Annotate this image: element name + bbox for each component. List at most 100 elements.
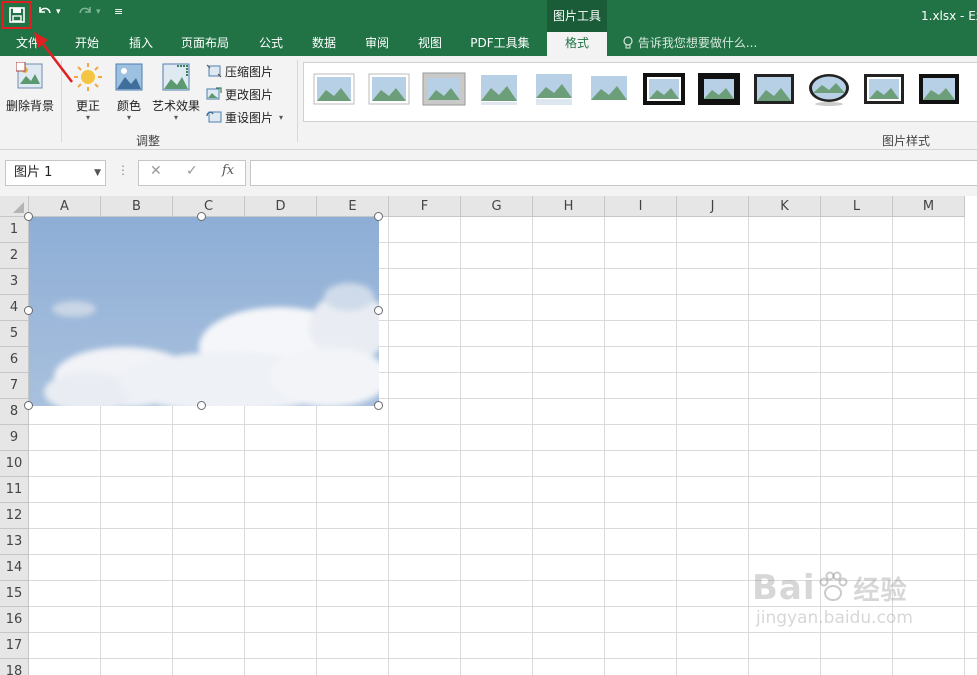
resize-handle-top-left[interactable] [24,212,33,221]
undo-button[interactable] [37,4,53,22]
style-thumb-11[interactable] [862,71,906,107]
tell-me-box[interactable]: 告诉我您想要做什么... [622,32,757,56]
picture-styles-group-label: 图片样式 [882,134,931,148]
column-header-d[interactable]: D [245,196,317,217]
style-thumb-4[interactable] [477,71,521,107]
color-button[interactable]: 颜色 ▾ [110,62,148,122]
row-header-1[interactable]: 1 [0,217,29,243]
reset-picture-button[interactable]: 重设图片 ▾ [206,107,283,127]
resize-handle-top-right[interactable] [374,212,383,221]
redo-icon [79,7,91,14]
tab-insert[interactable]: 插入 [117,32,165,56]
resize-handle-left[interactable] [24,306,33,315]
name-box[interactable]: 图片 1 ▼ [5,160,106,186]
style-thumb-5[interactable] [532,71,576,107]
color-label: 颜色 [116,99,141,113]
row-header-6[interactable]: 6 [0,347,29,373]
chevron-down-icon[interactable]: ▾ [279,113,283,122]
row-header-14[interactable]: 14 [0,555,29,581]
sky-clouds-image [29,217,389,412]
row-gridline [29,476,977,477]
row-header-12[interactable]: 12 [0,503,29,529]
artistic-effects-button[interactable]: 艺术效果 ▾ [150,62,202,122]
column-header-m[interactable]: M [893,196,965,217]
resize-handle-bottom-right[interactable] [374,401,383,410]
style-thumb-6[interactable] [587,71,631,107]
row-gridline [29,606,977,607]
column-header-g[interactable]: G [461,196,533,217]
style-thumb-8[interactable] [697,71,741,107]
row-header-2[interactable]: 2 [0,243,29,269]
column-header-l[interactable]: L [821,196,893,217]
row-gridline [29,528,977,529]
undo-dropdown-icon[interactable]: ▾ [56,7,61,17]
row-header-5[interactable]: 5 [0,321,29,347]
redo-dropdown-icon[interactable]: ▾ [96,7,101,17]
resize-handle-bottom-left[interactable] [24,401,33,410]
row-header-9[interactable]: 9 [0,425,29,451]
row-gridline [29,554,977,555]
inserted-picture[interactable] [24,212,389,412]
row-header-18[interactable]: 18 [0,659,29,675]
customize-qat-icon[interactable]: ≡ [114,5,123,18]
undo-icon [39,7,51,14]
column-header-c[interactable]: C [173,196,245,217]
resize-handle-top[interactable] [197,212,206,221]
column-header-j[interactable]: J [677,196,749,217]
corrections-button[interactable]: 更正 ▾ [68,62,108,122]
row-gridline [29,658,977,659]
remove-background-icon [15,61,43,89]
tab-file[interactable]: 文件 [0,32,56,56]
tab-format[interactable]: 格式 [547,32,607,56]
picture-color-icon [115,63,143,91]
tab-review[interactable]: 审阅 [353,32,401,56]
reset-picture-icon [206,111,222,123]
redo-button[interactable] [77,4,93,22]
compress-icon [206,64,222,78]
worksheet-grid[interactable]: ABCDEFGHIJKLM 1 2 3 4 5 6 7 8 9 10 11 12 13 14 15 16 17 1… [0,196,977,675]
ribbon-separator [61,60,62,142]
style-thumb-2[interactable] [367,71,411,107]
column-header-k[interactable]: K [749,196,821,217]
remove-background-button[interactable]: 删除背景 [4,61,56,114]
insert-function-icon[interactable]: fx [222,163,234,178]
tab-data[interactable]: 数据 [300,32,348,56]
row-header-7[interactable]: 7 [0,373,29,399]
style-thumb-1[interactable] [312,71,356,107]
formula-input[interactable] [250,160,977,186]
row-header-15[interactable]: 15 [0,581,29,607]
tab-pdf-tools[interactable]: PDF工具集 [462,32,538,56]
column-header-b[interactable]: B [101,196,173,217]
resize-handle-right[interactable] [374,306,383,315]
tab-home[interactable]: 开始 [62,32,112,56]
formula-buttons: ✕ ✓ fx [138,160,246,186]
resize-handle-bottom[interactable] [197,401,206,410]
row-header-13[interactable]: 13 [0,529,29,555]
column-header-i[interactable]: I [605,196,677,217]
save-button[interactable] [2,1,31,29]
row-header-10[interactable]: 10 [0,451,29,477]
compress-pictures-button[interactable]: 压缩图片 [206,61,273,81]
row-gridline [29,632,977,633]
enter-icon[interactable]: ✓ [186,163,198,179]
chevron-down-icon[interactable]: ▼ [94,161,101,185]
column-header-f[interactable]: F [389,196,461,217]
change-picture-button[interactable]: 更改图片 [206,84,273,104]
tab-page-layout[interactable]: 页面布局 [173,32,237,56]
tab-formulas[interactable]: 公式 [247,32,295,56]
row-header-16[interactable]: 16 [0,607,29,633]
style-thumb-9[interactable] [752,71,796,107]
row-header-11[interactable]: 11 [0,477,29,503]
more-options-icon[interactable]: ⋮ [117,163,129,177]
picture-tools-label: 图片工具 [547,0,607,32]
tab-view[interactable]: 视图 [406,32,454,56]
column-header-h[interactable]: H [533,196,605,217]
style-thumb-10[interactable] [807,71,851,107]
row-header-3[interactable]: 3 [0,269,29,295]
row-header-17[interactable]: 17 [0,633,29,659]
style-thumb-7[interactable] [642,71,686,107]
cancel-icon[interactable]: ✕ [150,163,162,179]
style-thumb-3[interactable] [422,71,466,107]
column-header-a[interactable]: A [29,196,101,217]
style-thumb-12[interactable] [917,71,961,107]
